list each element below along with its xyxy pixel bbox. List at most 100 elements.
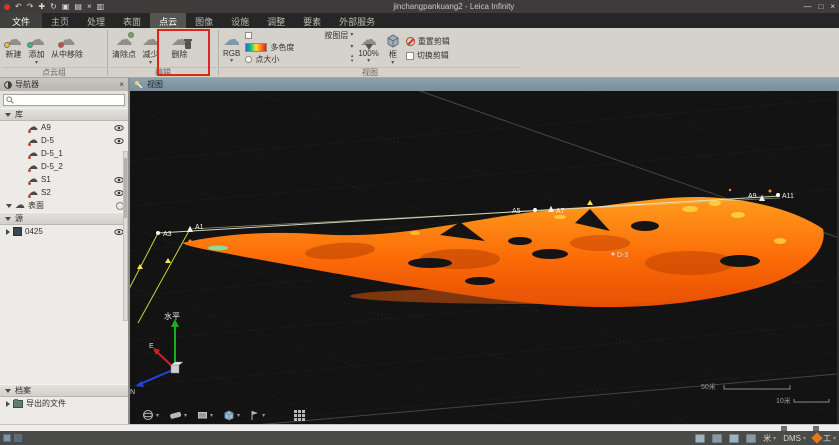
- status-icon[interactable]: [14, 434, 22, 442]
- dock-icon[interactable]: [781, 426, 787, 431]
- tree-section-library[interactable]: 库: [0, 108, 128, 121]
- rgb-color-button[interactable]: ☁ RGB ▾: [220, 28, 243, 67]
- window-title: jinchangpankuang2 - Leica Infinity: [104, 2, 803, 11]
- eraser-tool-button[interactable]: ▾: [169, 410, 187, 421]
- window-icon[interactable]: ▤: [74, 3, 82, 11]
- scene-3d[interactable]: A3 A1 A5 A7 A9 A11 D-3: [130, 91, 837, 424]
- tab-home[interactable]: 主页: [42, 13, 78, 28]
- maximize-button[interactable]: □: [818, 2, 823, 11]
- tree-section-archive[interactable]: 档案: [0, 384, 128, 397]
- color-swatch[interactable]: [245, 32, 252, 39]
- cloud-delete-icon: ☁: [171, 32, 188, 49]
- multicolor-gradient-icon: [245, 43, 267, 52]
- tree-item-D-5_1[interactable]: ☁ D-5_1: [0, 147, 128, 160]
- orbit-tool-button[interactable]: ▾: [142, 409, 159, 421]
- tree-scrollbar[interactable]: [123, 151, 128, 321]
- add-icon[interactable]: ✚: [38, 3, 45, 11]
- status-icon[interactable]: [3, 434, 11, 442]
- tab-external-services[interactable]: 外部服务: [330, 13, 384, 28]
- expand-arrow-icon[interactable]: [6, 229, 10, 235]
- point-size-radio[interactable]: [245, 56, 252, 63]
- expand-arrow-icon[interactable]: [6, 401, 10, 407]
- tree-item-D-5[interactable]: ☁ D-5: [0, 134, 128, 147]
- tree-item-0425[interactable]: 0425: [0, 225, 128, 238]
- leica-infinity-window: ↶ ↷ ✚ ↻ ▣ ▤ × ▥ jinchangpankuang2 - Leic…: [0, 0, 839, 445]
- zoom-percent-button[interactable]: ☁ 100% ▾: [355, 28, 381, 67]
- tree-item-exported-files[interactable]: 导出的文件: [0, 397, 128, 410]
- tool-selector[interactable]: 工▾: [813, 433, 836, 444]
- svg-text:N: N: [130, 389, 135, 396]
- point-size-label[interactable]: 点大小: [255, 54, 279, 65]
- reduce-points-button[interactable]: ☁ 减少 ▾: [139, 28, 162, 67]
- app-logo-icon[interactable]: [4, 4, 10, 10]
- tab-pointcloud[interactable]: 点云: [150, 13, 186, 28]
- tree-section-source[interactable]: 源: [0, 212, 128, 225]
- filter-tool-button[interactable]: ▾: [250, 410, 265, 421]
- file-icon: [13, 227, 22, 236]
- status-print-icon[interactable]: [746, 434, 756, 443]
- undo-icon[interactable]: ↶: [15, 3, 22, 11]
- redo-icon[interactable]: ↷: [27, 3, 34, 11]
- svg-text:A5: A5: [512, 208, 521, 215]
- tree-item-A9[interactable]: ☁ A9: [0, 121, 128, 134]
- pointcloud-icon: ☁: [28, 136, 38, 146]
- view-tool-icon: [134, 80, 143, 89]
- status-settings-icon[interactable]: [695, 434, 705, 443]
- close-button[interactable]: ×: [830, 2, 835, 11]
- multicolor-label[interactable]: 多色度: [270, 42, 294, 53]
- eye-icon[interactable]: [114, 123, 124, 133]
- minimize-button[interactable]: —: [803, 2, 811, 11]
- angle-format-selector[interactable]: DMS▾: [783, 434, 806, 443]
- point-size-stepper[interactable]: ▴▾: [351, 54, 354, 64]
- search-icon: [6, 96, 14, 104]
- dropdown-arrow-icon: ▾: [210, 412, 213, 419]
- view-box-tool-button[interactable]: ▾: [197, 410, 213, 420]
- delete-icon[interactable]: ×: [87, 3, 92, 11]
- trash-icon: [185, 41, 191, 49]
- grid-toggle-button[interactable]: [293, 409, 305, 421]
- tab-surfaces[interactable]: 表面: [114, 13, 150, 28]
- panel-close-icon[interactable]: ×: [119, 80, 124, 89]
- pointcloud-icon: ☁: [28, 188, 38, 198]
- tree-node-surface[interactable]: ☁ 表面: [0, 199, 128, 212]
- ribbon: ☁ 新建 ☁ 添加 ▾ ☁ 从中移除 点云组 ☁ 清除点: [0, 28, 839, 78]
- dropdown-arrow-icon[interactable]: ▾: [350, 44, 353, 50]
- funnel-icon: [365, 44, 373, 50]
- collapse-arrow-icon: [5, 389, 11, 393]
- tab-imaging[interactable]: 图像: [186, 13, 222, 28]
- refresh-icon[interactable]: ↻: [50, 3, 57, 11]
- tree-item-S1[interactable]: ☁ S1: [0, 173, 128, 186]
- list-icon[interactable]: ▥: [97, 3, 105, 11]
- toggle-clip-checkbox[interactable]: 切换剪辑: [406, 50, 468, 62]
- search-input[interactable]: [3, 94, 125, 106]
- status-save-icon[interactable]: [729, 434, 739, 443]
- pointcloud-icon: ☁: [28, 149, 38, 159]
- by-layer-dropdown[interactable]: 按图层 ▾: [324, 30, 353, 41]
- unit-selector[interactable]: 米▾: [763, 433, 776, 444]
- eye-icon[interactable]: [114, 136, 124, 146]
- clip-box-button[interactable]: 框 ▾: [382, 28, 404, 67]
- save-icon[interactable]: ▣: [62, 3, 70, 11]
- dock-icon[interactable]: [813, 426, 819, 431]
- tab-processing[interactable]: 处理: [78, 13, 114, 28]
- collapse-arrow-icon: [5, 113, 11, 117]
- tab-adjustments[interactable]: 调整: [258, 13, 294, 28]
- pointcloud-icon: ☁: [28, 162, 38, 172]
- tab-file[interactable]: 文件: [0, 13, 42, 28]
- svg-text:50米: 50米: [701, 382, 716, 391]
- cube-view-tool-button[interactable]: ▾: [223, 409, 240, 421]
- add-pointcloud-button[interactable]: ☁ 添加 ▾: [25, 28, 48, 67]
- delete-points-button[interactable]: ☁ 删除: [168, 28, 191, 67]
- status-doc-icon[interactable]: [712, 434, 722, 443]
- tab-features[interactable]: 要素: [294, 13, 330, 28]
- cloud-remove-icon: ☁: [59, 32, 76, 49]
- tree-item-D-5_2[interactable]: ☁ D-5_2: [0, 160, 128, 173]
- remove-from-pointcloud-button[interactable]: ☁ 从中移除: [48, 28, 86, 67]
- dropdown-arrow-icon: ▾: [803, 435, 806, 442]
- grid-icon: [293, 409, 305, 421]
- tree-item-S2[interactable]: ☁ S2: [0, 186, 128, 199]
- tab-infrastructure[interactable]: 设施: [222, 13, 258, 28]
- new-pointcloud-button[interactable]: ☁ 新建: [2, 28, 25, 67]
- clear-points-button[interactable]: ☁ 清除点: [109, 28, 139, 67]
- reset-clip-button[interactable]: 重置剪辑: [406, 36, 468, 48]
